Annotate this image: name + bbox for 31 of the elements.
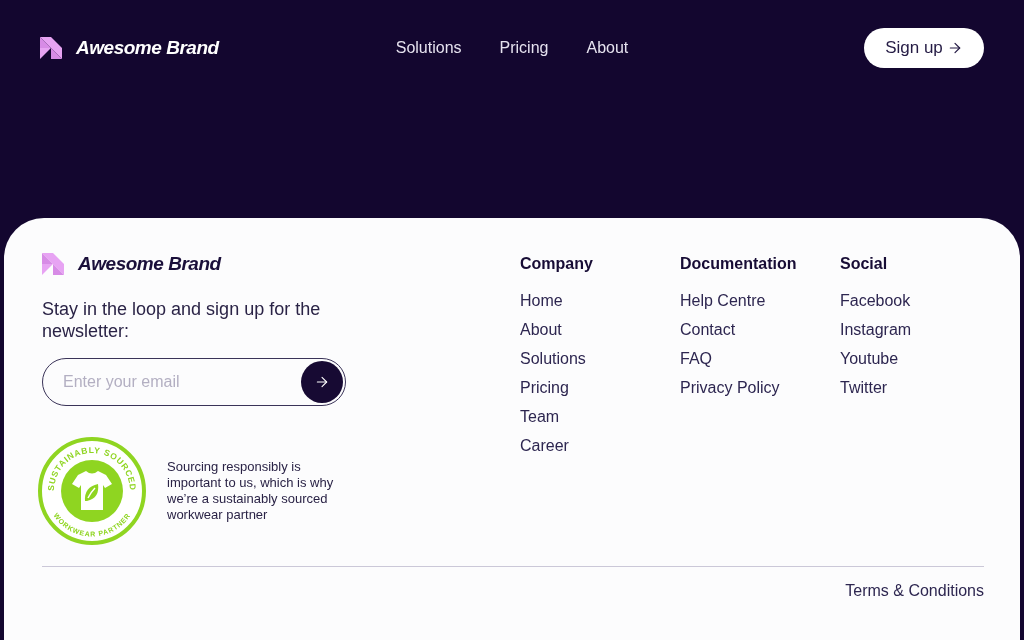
- footer-link[interactable]: Career: [520, 431, 569, 460]
- footer-link[interactable]: Privacy Policy: [680, 373, 780, 402]
- newsletter-text: Stay in the loop and sign up for the newsletter:: [42, 298, 322, 342]
- signup-button[interactable]: Sign up: [864, 28, 984, 68]
- logo-icon: [42, 253, 64, 275]
- footer-link[interactable]: Twitter: [840, 373, 888, 402]
- footer-link[interactable]: Home: [520, 286, 563, 315]
- email-field[interactable]: Enter your email: [42, 358, 346, 406]
- column-heading: Company: [520, 254, 594, 274]
- nav-link[interactable]: Pricing: [499, 36, 549, 60]
- footer-link[interactable]: Help Centre: [680, 286, 766, 315]
- brand-name: Awesome Brand: [78, 251, 221, 276]
- footer-link[interactable]: FAQ: [680, 344, 712, 373]
- badge-caption: Sourcing responsibly is important to us, which is why we’re a sustainably sourced workwear partner: [167, 459, 335, 523]
- brand-name: Awesome Brand: [76, 35, 219, 60]
- footer-link[interactable]: Contact: [680, 315, 736, 344]
- footer-link[interactable]: Team: [520, 402, 560, 431]
- footer-link[interactable]: About: [520, 315, 562, 344]
- footer-link[interactable]: Instagram: [840, 315, 912, 344]
- column-heading: Social: [840, 254, 889, 274]
- footer-link[interactable]: Pricing: [520, 373, 569, 402]
- footer-link[interactable]: Solutions: [520, 344, 586, 373]
- footer-link[interactable]: Youtube: [840, 344, 899, 373]
- submit-button[interactable]: [301, 361, 343, 403]
- nav-link[interactable]: Solutions: [395, 36, 462, 60]
- terms-link[interactable]: Terms & Conditions: [845, 580, 984, 602]
- logo-icon: [40, 37, 62, 59]
- column-heading: Documentation: [680, 254, 798, 274]
- arrow-right-icon: [314, 374, 330, 390]
- nav-link[interactable]: About: [586, 36, 629, 60]
- footer-link[interactable]: Facebook: [840, 286, 911, 315]
